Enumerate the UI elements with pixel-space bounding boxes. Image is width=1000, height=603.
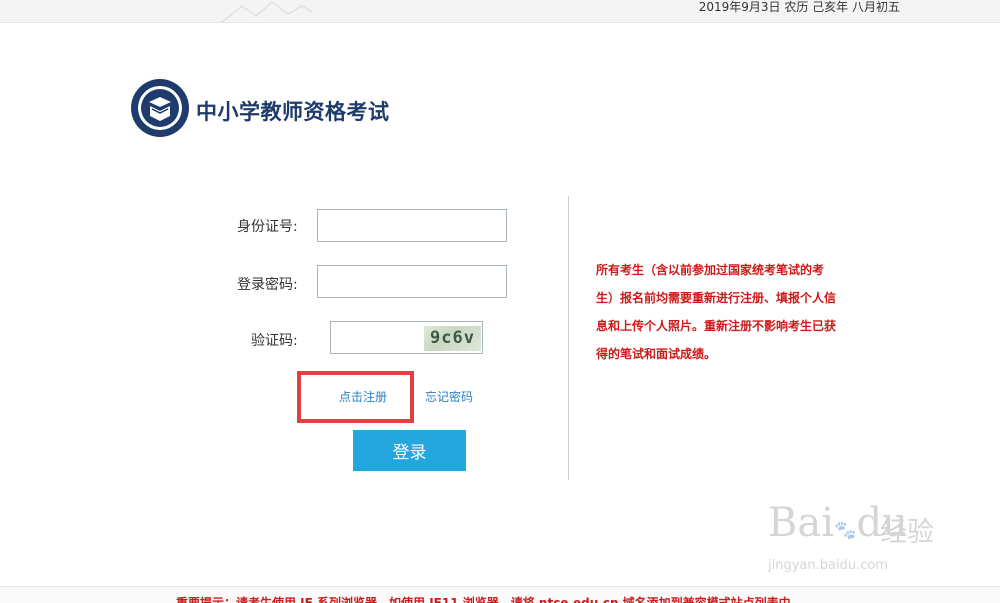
notice-line: 息和上传个人照片。重新注册不影响考生已获 — [596, 319, 837, 333]
notice-text: 所有考生（含以前参加过国家统考笔试的考 生）报名前均需要重新进行注册、填报个人信… — [596, 256, 860, 368]
vertical-divider — [568, 196, 569, 480]
id-number-input[interactable] — [317, 209, 507, 242]
exam-emblem-icon — [131, 79, 189, 137]
footer-bar: 重要提示：请考生使用 IE 系列浏览器，如使用 IE11 浏览器，请将 ntce… — [0, 586, 1000, 603]
notice-line: 生）报名前均需要重新进行注册、填报个人信 — [596, 291, 837, 305]
id-number-label: 身份证号: — [237, 219, 298, 235]
top-bar: 2019年9月3日 农历 己亥年 八月初五 — [0, 0, 1000, 23]
watermark-cn: 经验 — [880, 517, 934, 548]
captcha-image[interactable]: 9c6v — [424, 326, 481, 351]
login-button[interactable]: 登录 — [353, 430, 466, 471]
captcha-label: 验证码: — [251, 333, 298, 349]
notice-line: 所有考生（含以前参加过国家统考笔试的考 — [596, 263, 825, 277]
watermark-url: jingyan.baidu.com — [768, 558, 888, 573]
password-label: 登录密码: — [237, 277, 298, 293]
site-header: 中小学教师资格考试 — [130, 78, 450, 142]
site-title: 中小学教师资格考试 — [196, 100, 390, 124]
baidu-watermark: Bai🐾du 经验 jingyan.baidu.com — [768, 492, 948, 582]
password-input[interactable] — [317, 265, 507, 298]
date-text: 2019年9月3日 农历 己亥年 八月初五 — [698, 0, 900, 14]
notice-line: 得的笔试和面试成绩。 — [596, 347, 717, 361]
register-link[interactable]: 点击注册 — [339, 388, 387, 405]
forgot-password-link[interactable]: 忘记密码 — [425, 388, 473, 405]
mountain-decoration-icon — [222, 1, 312, 22]
